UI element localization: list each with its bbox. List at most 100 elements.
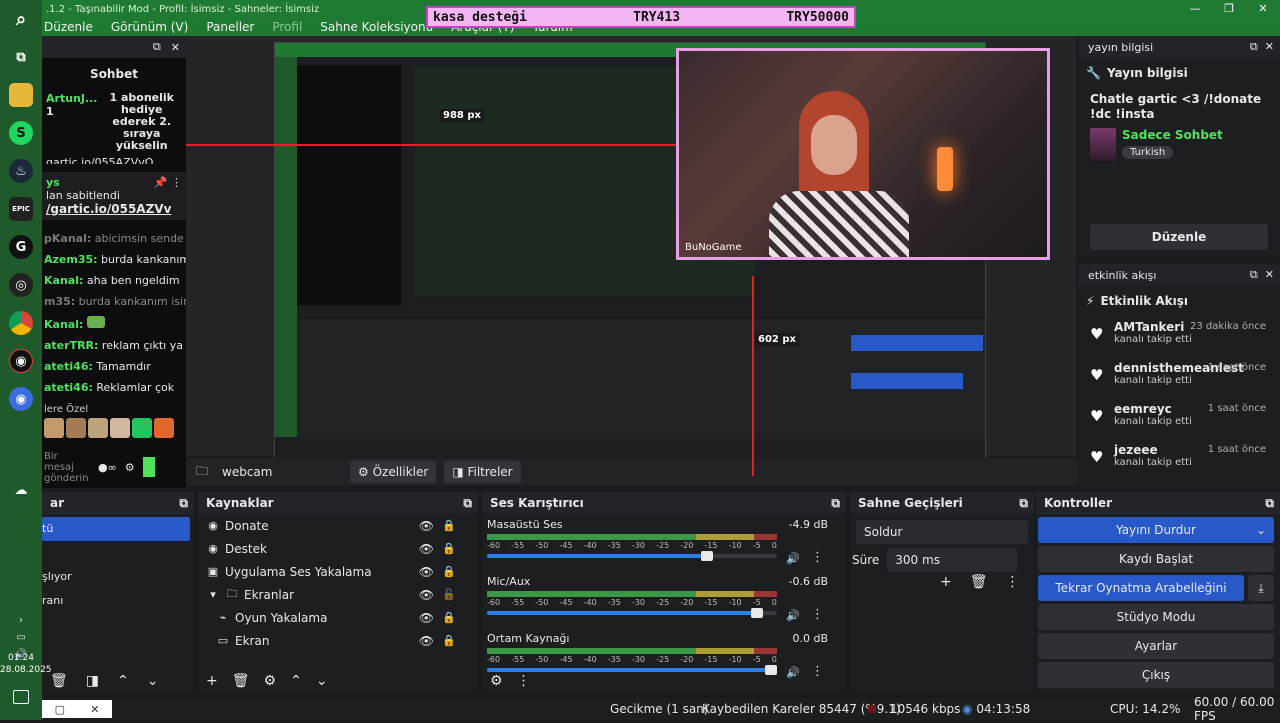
add-icon[interactable]: + <box>206 673 218 689</box>
emote-icon[interactable] <box>88 418 108 438</box>
chat-input[interactable]: Bir mesaj gönderin <box>44 451 90 484</box>
float-icon[interactable]: ⧉ <box>463 496 472 511</box>
eye-icon[interactable]: 👁 <box>419 611 434 625</box>
float-icon[interactable]: ⧉ <box>1250 268 1258 281</box>
bits-icon[interactable]: ●∞ <box>98 461 117 474</box>
transition-select[interactable]: Soldur <box>856 520 1028 544</box>
float-icon[interactable]: ⧉ <box>179 496 188 511</box>
tray-expand-icon[interactable]: › <box>19 615 23 626</box>
emote-icon[interactable] <box>154 418 174 438</box>
gear-icon[interactable]: ⚙ <box>490 673 503 689</box>
more-icon[interactable]: ⋮ <box>811 607 824 622</box>
volume-knob[interactable] <box>701 551 713 561</box>
mini-window-tab[interactable]: ▢ ✕ <box>42 700 112 718</box>
remove-icon[interactable]: 🗑 <box>232 673 250 689</box>
search-icon[interactable]: ⌕ <box>9 7 33 31</box>
close-icon[interactable]: ✕ <box>171 41 180 54</box>
eye-icon[interactable]: 👁 <box>419 519 434 533</box>
webcam-source[interactable]: BuNoGame <box>676 48 1050 260</box>
eye-icon[interactable]: 👁 <box>419 565 434 579</box>
source-item[interactable]: ▣ Uygulama Ses Yakalama 👁 🔒 <box>198 560 478 583</box>
remove-icon[interactable]: 🗑 <box>50 673 68 689</box>
move-up-icon[interactable]: ⌃ <box>117 673 129 689</box>
more-icon[interactable]: ⋮ <box>517 673 531 689</box>
chrome-profile-icon[interactable]: ◉ <box>9 387 33 411</box>
lock-icon[interactable]: 🔒 <box>442 565 456 578</box>
close-button[interactable]: ✕ <box>1246 0 1280 18</box>
source-group[interactable]: ▾ 🗀 Ekranlar 👁 🔓 <box>198 583 478 606</box>
move-down-icon[interactable]: ⌄ <box>147 673 159 689</box>
filters-button[interactable]: ◨ Filtreler <box>444 461 521 483</box>
menu-scene-collection[interactable]: Sahne Koleksiyonu <box>320 20 433 34</box>
spotify-icon[interactable]: S <box>9 121 33 145</box>
lock-icon[interactable]: 🔒 <box>442 634 456 647</box>
gear-icon[interactable]: ⚙ <box>264 673 277 689</box>
maximize-button[interactable]: ❐ <box>1212 0 1246 18</box>
source-item[interactable]: ⌁ Oyun Yakalama 👁 🔒 <box>198 606 478 629</box>
steam-icon[interactable]: ♨ <box>9 159 33 183</box>
lock-icon[interactable]: 🔒 <box>442 542 456 555</box>
speaker-icon[interactable]: 🔊 <box>786 609 800 622</box>
volume-slider[interactable] <box>487 551 777 561</box>
obs-icon[interactable]: ◎ <box>9 273 33 297</box>
notification-icon[interactable] <box>13 690 29 704</box>
source-item[interactable]: ◉ Destek 👁 🔒 <box>198 537 478 560</box>
g-hub-icon[interactable]: G <box>9 235 33 259</box>
studio-mode-button[interactable]: Stüdyo Modu <box>1038 604 1274 630</box>
chevron-down-icon[interactable]: ▾ <box>206 588 220 601</box>
close-icon[interactable]: ✕ <box>1265 268 1274 281</box>
eye-icon[interactable]: 👁 <box>419 542 434 556</box>
weather-icon[interactable]: ☁ <box>9 478 33 502</box>
close-icon[interactable]: ✕ <box>1265 40 1274 53</box>
scene-item[interactable]: ranı <box>42 589 194 613</box>
settings-button[interactable]: Ayarlar <box>1038 633 1274 659</box>
chrome-icon[interactable] <box>9 311 33 335</box>
more-icon[interactable]: ⋮ <box>811 550 824 565</box>
chevron-down-icon[interactable]: ⌄ <box>1256 517 1266 543</box>
menu-docks[interactable]: Paneller <box>206 20 254 34</box>
chat-settings-icon[interactable]: ⚙ <box>125 461 135 474</box>
scene-item[interactable] <box>42 541 194 565</box>
float-icon[interactable]: ⧉ <box>1019 496 1028 511</box>
task-view-icon[interactable]: ⧉ <box>9 45 33 69</box>
duration-input[interactable]: 300 ms <box>887 548 1018 572</box>
properties-button[interactable]: ⚙ Özellikler <box>350 461 437 483</box>
pinned-link[interactable]: /gartic.io/055AZVv <box>46 202 182 216</box>
category-name[interactable]: Sadece Sohbet <box>1122 128 1223 142</box>
lock-icon[interactable]: 🔒 <box>442 519 456 532</box>
volume-knob[interactable] <box>751 608 763 618</box>
send-button[interactable] <box>142 457 155 477</box>
taskbar-clock[interactable]: 01:24 28.08.2025 <box>0 652 52 676</box>
pin-icon[interactable]: 📌 ⋮ <box>154 176 182 189</box>
menu-view[interactable]: Görünüm (V) <box>111 20 188 34</box>
preview-canvas[interactable]: 988 px 602 px BuNoGame <box>186 36 1076 480</box>
menu-edit[interactable]: Düzenle <box>44 20 93 34</box>
unlock-icon[interactable]: 🔓 <box>442 588 456 601</box>
more-icon[interactable]: ⋮ <box>1006 574 1020 590</box>
start-recording-button[interactable]: Kaydı Başlat <box>1038 546 1274 572</box>
source-item[interactable]: ▭ Ekran 👁 🔒 <box>198 629 478 652</box>
float-icon[interactable]: ⧉ <box>1250 40 1258 53</box>
obs-studio-icon[interactable]: ◉ <box>9 349 33 373</box>
add-icon[interactable]: + <box>940 574 952 590</box>
file-explorer-icon[interactable] <box>9 83 33 107</box>
save-replay-icon[interactable]: ⤓ <box>1248 575 1274 601</box>
move-up-icon[interactable]: ⌃ <box>290 673 302 689</box>
minimize-button[interactable]: — <box>1178 0 1212 18</box>
stop-replay-buffer-button[interactable]: Tekrar Oynatma Arabelleğini Durdur <box>1038 575 1244 621</box>
menu-profile[interactable]: Profil <box>272 20 302 34</box>
eye-icon[interactable]: 👁 <box>419 588 434 602</box>
filter-icon[interactable]: ◨ <box>86 673 99 689</box>
exit-button[interactable]: Çıkış <box>1038 662 1274 688</box>
emote-icon[interactable] <box>66 418 86 438</box>
volume-slider[interactable] <box>487 608 777 618</box>
float-icon[interactable]: ⧉ <box>153 40 161 54</box>
speaker-icon[interactable]: 🔊 <box>786 552 800 565</box>
edit-button[interactable]: Düzenle <box>1090 224 1268 250</box>
scene-item[interactable]: tü <box>42 517 190 541</box>
restore-icon[interactable]: ▢ <box>55 703 65 716</box>
stop-stream-button[interactable]: Yayını Durdur ⌄ <box>1038 517 1274 543</box>
close-icon[interactable]: ✕ <box>90 703 99 716</box>
sub-gift-box[interactable]: ArtunJ... 1 1 abonelik hediye ederek 2. … <box>42 90 186 154</box>
network-icon[interactable]: ▭ <box>16 632 25 643</box>
